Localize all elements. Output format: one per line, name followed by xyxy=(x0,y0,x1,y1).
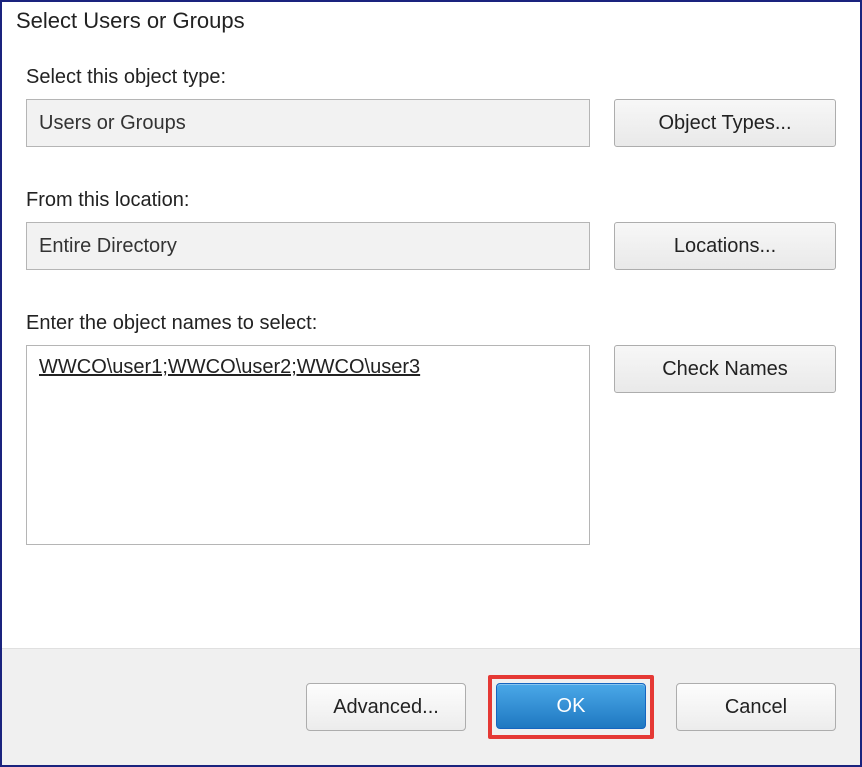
object-type-box: Users or Groups xyxy=(26,99,590,147)
ok-button[interactable]: OK xyxy=(496,683,646,729)
location-label: From this location: xyxy=(26,189,836,212)
location-value: Entire Directory xyxy=(39,235,177,258)
locations-button[interactable]: Locations... xyxy=(614,222,836,270)
location-box: Entire Directory xyxy=(26,222,590,270)
dialog-footer: Advanced... OK Cancel xyxy=(2,648,860,765)
object-type-label: Select this object type: xyxy=(26,66,836,89)
object-names-input[interactable]: WWCO\user1;WWCO\user2;WWCO\user3 xyxy=(26,345,590,545)
advanced-button[interactable]: Advanced... xyxy=(306,683,466,731)
object-names-label: Enter the object names to select: xyxy=(26,312,836,335)
object-type-value: Users or Groups xyxy=(39,112,186,135)
select-users-groups-dialog: Select Users or Groups Select this objec… xyxy=(0,0,862,767)
highlight-ok-annotation: OK xyxy=(488,675,654,739)
object-types-button[interactable]: Object Types... xyxy=(614,99,836,147)
cancel-button[interactable]: Cancel xyxy=(676,683,836,731)
dialog-title: Select Users or Groups xyxy=(2,2,860,42)
check-names-button[interactable]: Check Names xyxy=(614,345,836,393)
dialog-content: Select this object type: Users or Groups… xyxy=(2,42,860,648)
